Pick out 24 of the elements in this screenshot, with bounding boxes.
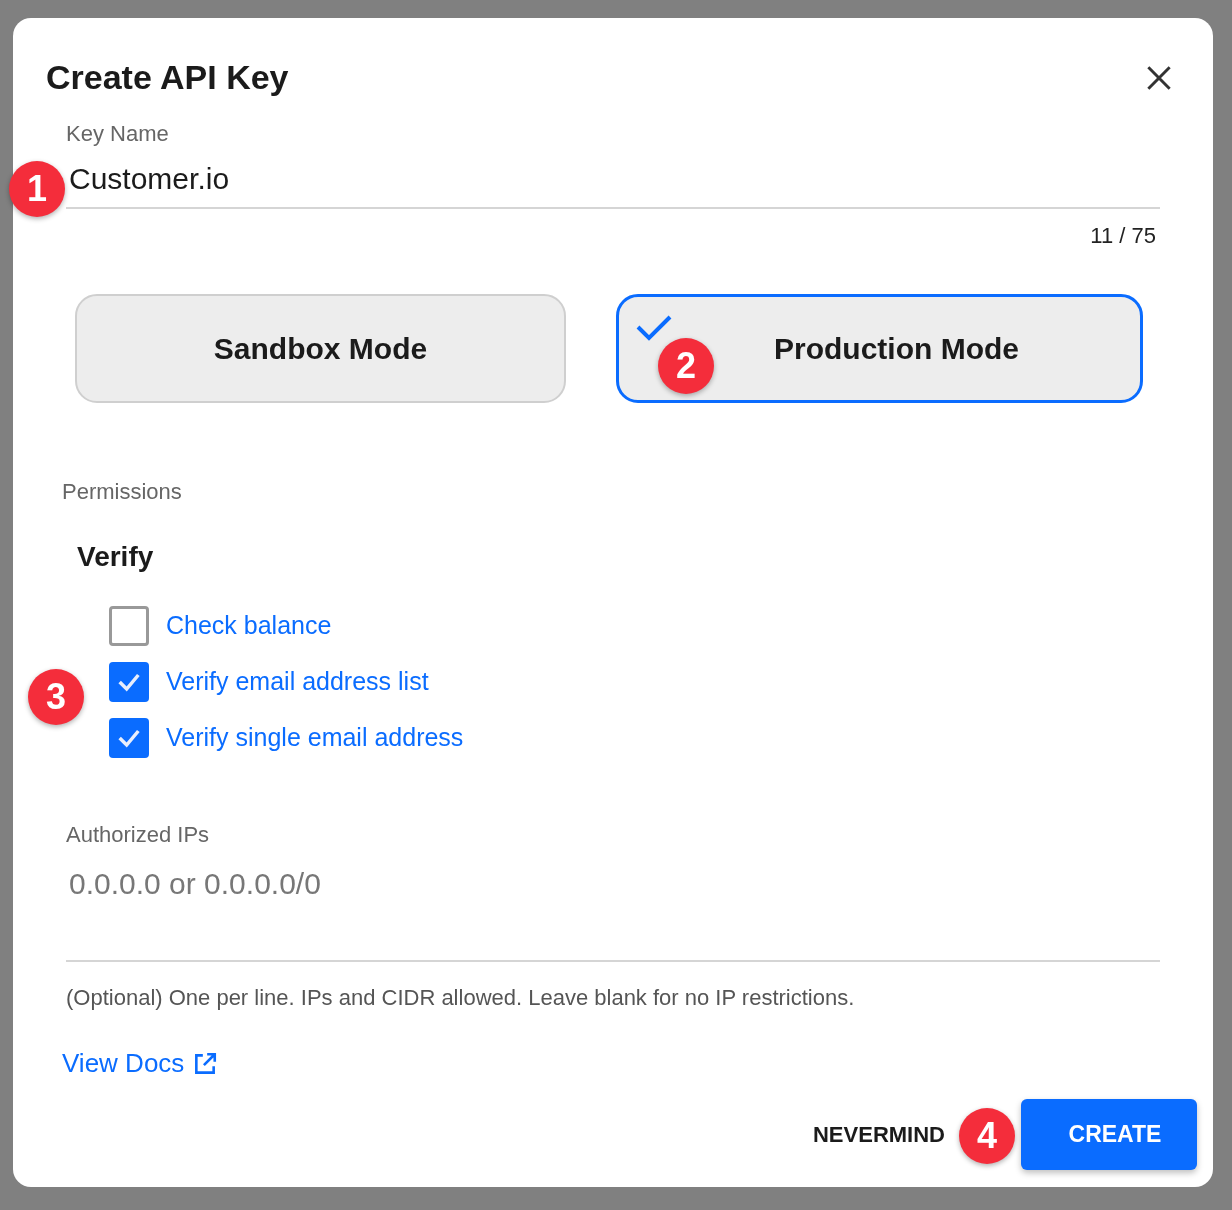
- annotation-badge: 1: [9, 161, 65, 217]
- field-label: Authorized IPs: [66, 821, 211, 849]
- nevermind-button[interactable]: NEVERMIND: [813, 1118, 945, 1151]
- field-label: Key Name: [66, 120, 170, 148]
- annotation-badge: 4: [959, 1108, 1015, 1164]
- group-heading: Verify: [76, 540, 155, 574]
- external-link-icon: [192, 1050, 219, 1077]
- docs-link[interactable]: View Docs: [62, 1044, 219, 1083]
- permission-label[interactable]: Check balance: [166, 607, 332, 645]
- annotation-badge: 3: [28, 669, 84, 725]
- section-label: Permissions: [62, 478, 183, 506]
- mode-option[interactable]: Sandbox Mode: [75, 294, 566, 403]
- checkbox[interactable]: [109, 606, 149, 646]
- helper-text: (Optional) One per line. IPs and CIDR allowed. Leave blank for no IP restrictions.: [66, 984, 856, 1012]
- permission-label[interactable]: Verify email address list: [166, 663, 429, 701]
- permission-label[interactable]: Verify single email address: [166, 719, 464, 757]
- checkmark-icon: [636, 315, 672, 341]
- authorized-ips-field[interactable]: 0.0.0.0 or 0.0.0.0/0: [66, 851, 1160, 962]
- key-name-field[interactable]: Customer.io: [66, 150, 1160, 209]
- create-button[interactable]: CREATE: [1021, 1099, 1197, 1170]
- checkbox[interactable]: [109, 662, 149, 702]
- checkbox[interactable]: [109, 718, 149, 758]
- character-counter: 11 / 75: [1090, 222, 1156, 250]
- dialog-title: Create API Key: [46, 57, 289, 98]
